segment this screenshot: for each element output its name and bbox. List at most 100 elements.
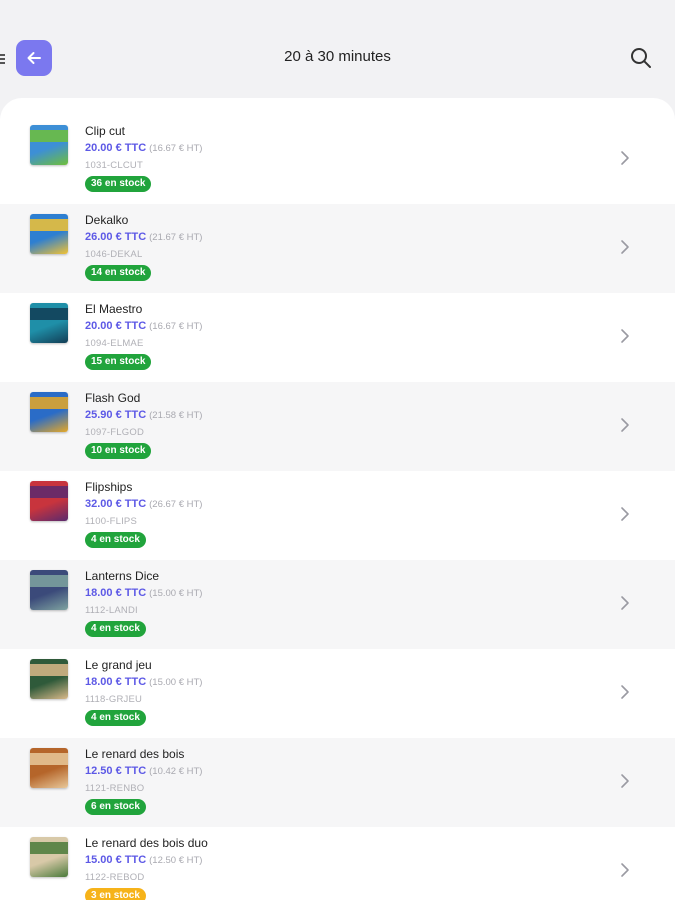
price-ttc: 26.00 € TTC xyxy=(85,231,147,243)
box-art-band xyxy=(30,307,68,320)
price-ht: (15.00 € HT) xyxy=(149,588,203,599)
product-name: El Maestro xyxy=(85,302,143,316)
price-ht: (15.00 € HT) xyxy=(149,677,203,688)
chevron-right-icon xyxy=(621,418,629,432)
chevron-right-icon xyxy=(621,596,629,610)
box-art-band xyxy=(30,752,68,765)
stock-badge: 14 en stock xyxy=(85,265,152,281)
price-ht: (10.42 € HT) xyxy=(149,766,203,777)
price-line: 20.00 € TTC (16.67 € HT) xyxy=(85,142,202,154)
box-art-band xyxy=(30,841,68,854)
product-box-image xyxy=(30,570,68,610)
price-ht: (16.67 € HT) xyxy=(149,321,203,332)
chevron-right-icon xyxy=(621,329,629,343)
box-art-band xyxy=(30,396,68,409)
stock-badge: 3 en stock xyxy=(85,888,146,900)
product-row[interactable]: El Maestro 20.00 € TTC (16.67 € HT) 1094-… xyxy=(0,293,675,382)
price-ttc: 25.90 € TTC xyxy=(85,409,147,421)
product-box-image xyxy=(30,481,68,521)
chevron-right-icon xyxy=(621,507,629,521)
product-row[interactable]: Lanterns Dice 18.00 € TTC (15.00 € HT) 11… xyxy=(0,560,675,649)
stock-badge: 10 en stock xyxy=(85,443,152,459)
product-name: Lanterns Dice xyxy=(85,569,160,583)
product-sku: 1097-FLGOD xyxy=(85,427,145,438)
stock-badge: 4 en stock xyxy=(85,621,146,637)
product-name: Le grand jeu xyxy=(85,658,152,672)
stock-badge: 4 en stock xyxy=(85,710,146,726)
price-line: 18.00 € TTC (15.00 € HT) xyxy=(85,676,202,688)
price-ttc: 15.00 € TTC xyxy=(85,854,147,866)
product-sku: 1112-LANDI xyxy=(85,605,138,616)
price-line: 32.00 € TTC (26.67 € HT) xyxy=(85,498,202,510)
product-box-image xyxy=(30,837,68,877)
chevron-right-icon xyxy=(621,685,629,699)
product-row[interactable]: Flipships 32.00 € TTC (26.67 € HT) 1100-F… xyxy=(0,471,675,560)
price-ttc: 20.00 € TTC xyxy=(85,320,147,332)
header: 20 à 30 minutes xyxy=(0,18,675,98)
price-line: 12.50 € TTC (10.42 € HT) xyxy=(85,765,202,777)
product-list-panel: Clip cut 20.00 € TTC (16.67 € HT) 1031-CL… xyxy=(0,98,675,900)
page-title: 20 à 30 minutes xyxy=(284,48,391,65)
product-sku: 1031-CLCUT xyxy=(85,160,143,171)
stock-badge: 4 en stock xyxy=(85,532,146,548)
product-name: Flipships xyxy=(85,480,133,494)
product-thumbnail xyxy=(28,568,70,612)
price-ttc: 18.00 € TTC xyxy=(85,676,147,688)
product-name: Flash God xyxy=(85,391,141,405)
product-thumbnail xyxy=(28,390,70,434)
product-sku: 1122-REBOD xyxy=(85,872,145,883)
price-line: 20.00 € TTC (16.67 € HT) xyxy=(85,320,202,332)
status-bar xyxy=(0,0,675,18)
box-art-band xyxy=(30,574,68,587)
price-ttc: 18.00 € TTC xyxy=(85,587,147,599)
price-ttc: 12.50 € TTC xyxy=(85,765,147,777)
product-name: Le renard des bois duo xyxy=(85,836,208,850)
product-thumbnail xyxy=(28,301,70,345)
product-sku: 1118-GRJEU xyxy=(85,694,143,705)
product-row[interactable]: Le renard des bois duo 15.00 € TTC (12.50… xyxy=(0,827,675,900)
chevron-right-icon xyxy=(621,863,629,877)
product-row[interactable]: Clip cut 20.00 € TTC (16.67 € HT) 1031-CL… xyxy=(0,115,675,204)
product-box-image xyxy=(30,214,68,254)
product-thumbnail xyxy=(28,835,70,879)
product-thumbnail xyxy=(28,657,70,701)
search-button[interactable] xyxy=(627,44,655,72)
product-list: Clip cut 20.00 € TTC (16.67 € HT) 1031-CL… xyxy=(0,115,675,900)
product-box-image xyxy=(30,303,68,343)
price-line: 15.00 € TTC (12.50 € HT) xyxy=(85,854,202,866)
product-box-image xyxy=(30,659,68,699)
price-ht: (16.67 € HT) xyxy=(149,143,203,154)
price-ttc: 32.00 € TTC xyxy=(85,498,147,510)
price-ht: (21.67 € HT) xyxy=(149,232,203,243)
chevron-right-icon xyxy=(621,240,629,254)
box-art-band xyxy=(30,218,68,231)
product-name: Dekalko xyxy=(85,213,129,227)
product-box-image xyxy=(30,125,68,165)
stock-badge: 6 en stock xyxy=(85,799,146,815)
product-thumbnail xyxy=(28,479,70,523)
product-thumbnail xyxy=(28,212,70,256)
product-row[interactable]: Le grand jeu 18.00 € TTC (15.00 € HT) 111… xyxy=(0,649,675,738)
product-thumbnail xyxy=(28,746,70,790)
chevron-right-icon xyxy=(621,151,629,165)
product-row[interactable]: Flash God 25.90 € TTC (21.58 € HT) 1097-F… xyxy=(0,382,675,471)
stock-badge: 15 en stock xyxy=(85,354,152,370)
product-row[interactable]: Le renard des bois 12.50 € TTC (10.42 € H… xyxy=(0,738,675,827)
price-ht: (12.50 € HT) xyxy=(149,855,203,866)
search-icon xyxy=(631,48,651,68)
product-sku: 1094-ELMAE xyxy=(85,338,144,349)
product-box-image xyxy=(30,748,68,788)
chevron-right-icon xyxy=(621,774,629,788)
product-sku: 1100-FLIPS xyxy=(85,516,137,527)
product-row[interactable]: Dekalko 26.00 € TTC (21.67 € HT) 1046-DEK… xyxy=(0,204,675,293)
price-ttc: 20.00 € TTC xyxy=(85,142,147,154)
price-line: 18.00 € TTC (15.00 € HT) xyxy=(85,587,202,599)
product-box-image xyxy=(30,392,68,432)
price-line: 26.00 € TTC (21.67 € HT) xyxy=(85,231,202,243)
price-ht: (26.67 € HT) xyxy=(149,499,203,510)
product-name: Clip cut xyxy=(85,124,126,138)
price-line: 25.90 € TTC (21.58 € HT) xyxy=(85,409,202,421)
product-thumbnail xyxy=(28,123,70,167)
product-name: Le renard des bois xyxy=(85,747,185,761)
product-sku: 1121-RENBO xyxy=(85,783,145,794)
